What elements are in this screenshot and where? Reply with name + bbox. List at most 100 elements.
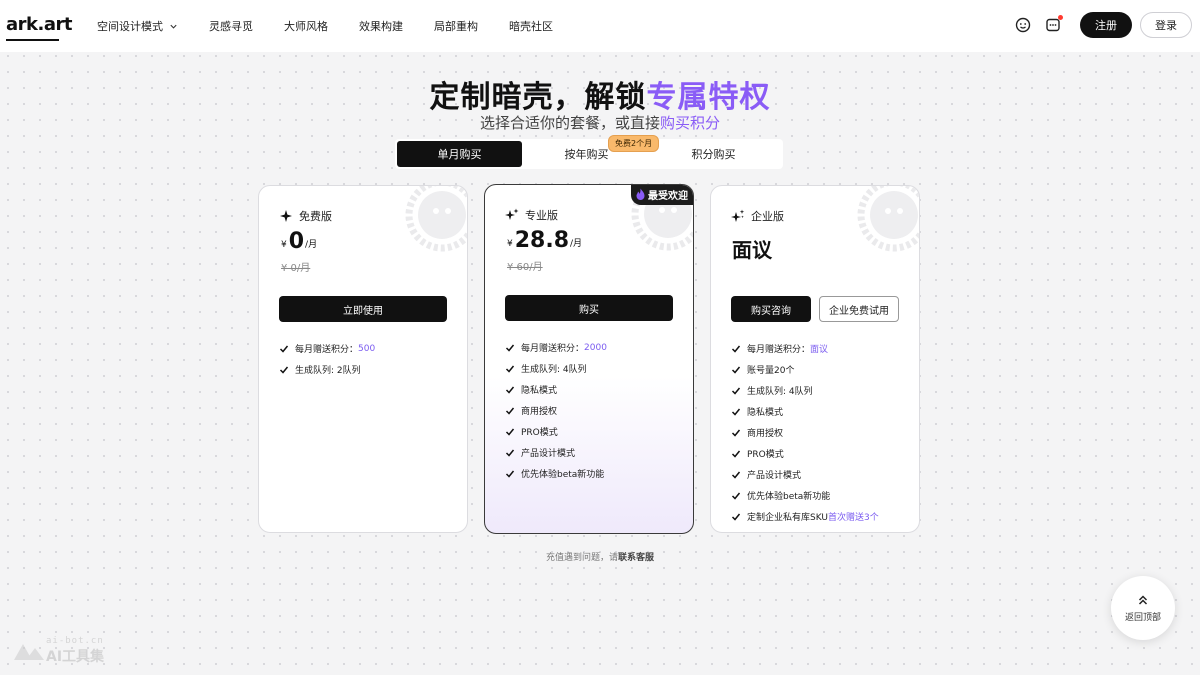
feedback-icon[interactable] [1014, 16, 1032, 34]
page-subtitle: 选择合适你的套餐，或直接购买积分 [0, 112, 1200, 133]
feature-text: 产品设计模式 [747, 471, 802, 481]
check-icon [731, 450, 741, 458]
check-icon [279, 345, 289, 353]
message-icon[interactable] [1044, 15, 1063, 34]
feature-text: PRO模式 [747, 450, 784, 460]
page-title: 定制暗壳，解锁专属特权 [0, 72, 1200, 116]
feature-list: 每月赠送积分： 500 生成队列: 2队列 [279, 338, 375, 380]
feature-highlight: 2000 [584, 342, 607, 353]
plan-name: 企业版 [751, 210, 784, 223]
original-price: ¥ 60/月 [507, 262, 543, 273]
check-icon [505, 407, 515, 415]
currency-symbol: ¥ [507, 239, 513, 249]
original-price: ¥ 0/月 [281, 263, 311, 274]
page-title-main: 定制暗壳，解锁 [429, 80, 647, 115]
yearly-promo-badge: 免费2个月 [608, 135, 660, 152]
feature-text: 生成队列: 4队列 [747, 387, 813, 397]
nav-item-effect-build[interactable]: 效果构建 [359, 18, 403, 34]
plan-header: 企业版 [731, 208, 784, 224]
plan-card-pro: 最受欢迎 专业版 ¥ 28.8 /月 ¥ 60/月 购买 每月赠送积分： 2000… [484, 184, 694, 534]
feature-text: 每月赠送积分： [521, 344, 585, 354]
feature-item: 每月赠送积分： 面议 [731, 338, 879, 359]
check-icon [505, 428, 515, 436]
price-negotiable: 面议 [732, 238, 772, 262]
feature-item: PRO模式 [505, 421, 607, 442]
check-icon [505, 470, 515, 478]
nav-item-inspiration[interactable]: 灵感寻觅 [209, 18, 253, 34]
feature-item: 生成队列: 2队列 [279, 359, 375, 380]
feature-item: 定制企业私有库SKU 首次赠送3个 [731, 506, 879, 527]
main-menu: 空间设计模式 灵感寻觅 大师风格 效果构建 局部重构 暗壳社区 [97, 0, 584, 52]
register-button[interactable]: 注册 [1080, 12, 1132, 38]
logo-underline [6, 39, 59, 41]
feature-text: 每月赠送积分： [295, 345, 359, 355]
feature-text: 生成队列: 2队列 [295, 366, 361, 376]
nav-item-master-style[interactable]: 大师风格 [284, 18, 328, 34]
watermark-logo-icon [14, 644, 44, 660]
chevron-down-icon [170, 24, 177, 29]
check-icon [731, 492, 741, 500]
feature-highlight: 500 [358, 343, 376, 354]
buy-button[interactable]: 购买 [505, 295, 673, 321]
enterprise-trial-button[interactable]: 企业免费试用 [819, 296, 899, 322]
page-subtitle-main: 选择合适你的套餐，或直接 [479, 114, 660, 132]
use-now-button[interactable]: 立即使用 [279, 296, 447, 322]
check-icon [279, 366, 289, 374]
check-icon [505, 365, 515, 373]
plan-card-free: 免费版 ¥ 0 /月 ¥ 0/月 立即使用 每月赠送积分： 500 生成队列: 2… [258, 185, 468, 533]
check-icon [505, 449, 515, 457]
feature-item: 账号量20个 [731, 359, 879, 380]
flame-icon [636, 188, 645, 200]
check-icon [731, 408, 741, 416]
logo[interactable]: ark.art [6, 14, 72, 35]
top-navbar: ark.art 空间设计模式 灵感寻觅 大师风格 效果构建 局部重构 暗壳社区 … [0, 0, 1200, 52]
check-icon [505, 386, 515, 394]
feature-item: 优先体验beta新功能 [505, 463, 607, 484]
feature-text: 定制企业私有库SKU [747, 513, 828, 523]
sparkle-icon [505, 208, 519, 220]
nav-item-space-design[interactable]: 空间设计模式 [97, 18, 178, 34]
price-value: 0 [288, 229, 305, 254]
badge-label: 最受欢迎 [648, 191, 688, 202]
feature-text: 生成队列: 4队列 [521, 365, 587, 375]
mascot-decoration-icon [405, 186, 467, 252]
sparkle-icon [280, 210, 292, 222]
feature-item: 生成队列: 4队列 [505, 358, 607, 379]
nav-item-local-rebuild[interactable]: 局部重构 [434, 18, 478, 34]
feature-item: 隐私模式 [731, 401, 879, 422]
check-icon [731, 345, 741, 353]
back-to-top-label: 返回顶部 [1124, 612, 1161, 623]
watermark: ai-bot.cn AI工具集 [12, 636, 104, 666]
feature-list: 每月赠送积分： 面议 账号量20个 生成队列: 4队列 隐私模式 商用授权 PRO… [731, 338, 879, 527]
feature-text: 商用授权 [521, 407, 558, 417]
tab-credits[interactable]: 积分购买 [651, 141, 776, 167]
tab-monthly[interactable]: 单月购买 [397, 141, 522, 167]
plan-header: 专业版 [505, 207, 558, 223]
plan-name: 免费版 [299, 210, 332, 223]
purchase-consult-button[interactable]: 购买咨询 [731, 296, 811, 322]
double-chevron-up-icon [1138, 594, 1148, 605]
mascot-decoration-icon [857, 186, 919, 252]
check-icon [731, 513, 741, 521]
nav-item-community[interactable]: 暗壳社区 [509, 18, 553, 34]
feature-item: 每月赠送积分： 500 [279, 338, 375, 359]
price: ¥ 0 /月 [281, 230, 317, 254]
page-title-accent: 专属特权 [646, 80, 771, 115]
contact-support-link[interactable]: 联系客服 [618, 553, 654, 563]
feature-highlight: 首次赠送3个 [827, 513, 879, 523]
sparkle-icon [731, 209, 745, 222]
nav-actions: 注册 登录 [1014, 12, 1192, 38]
price-unit: /月 [305, 240, 318, 250]
price: ¥ 28.8 /月 [507, 229, 582, 253]
plan-header: 免费版 [279, 208, 332, 224]
watermark-url: ai-bot.cn [46, 636, 104, 646]
buy-credits-link[interactable]: 购买积分 [660, 114, 720, 132]
feature-item: 产品设计模式 [731, 464, 879, 485]
back-to-top-button[interactable]: 返回顶部 [1111, 576, 1175, 640]
login-button[interactable]: 登录 [1140, 12, 1192, 38]
feature-item: PRO模式 [731, 443, 879, 464]
nav-item-label: 空间设计模式 [97, 20, 163, 33]
billing-tabs: 单月购买 按年购买 积分购买 [395, 139, 783, 169]
feature-item: 生成队列: 4队列 [731, 380, 879, 401]
check-icon [731, 366, 741, 374]
